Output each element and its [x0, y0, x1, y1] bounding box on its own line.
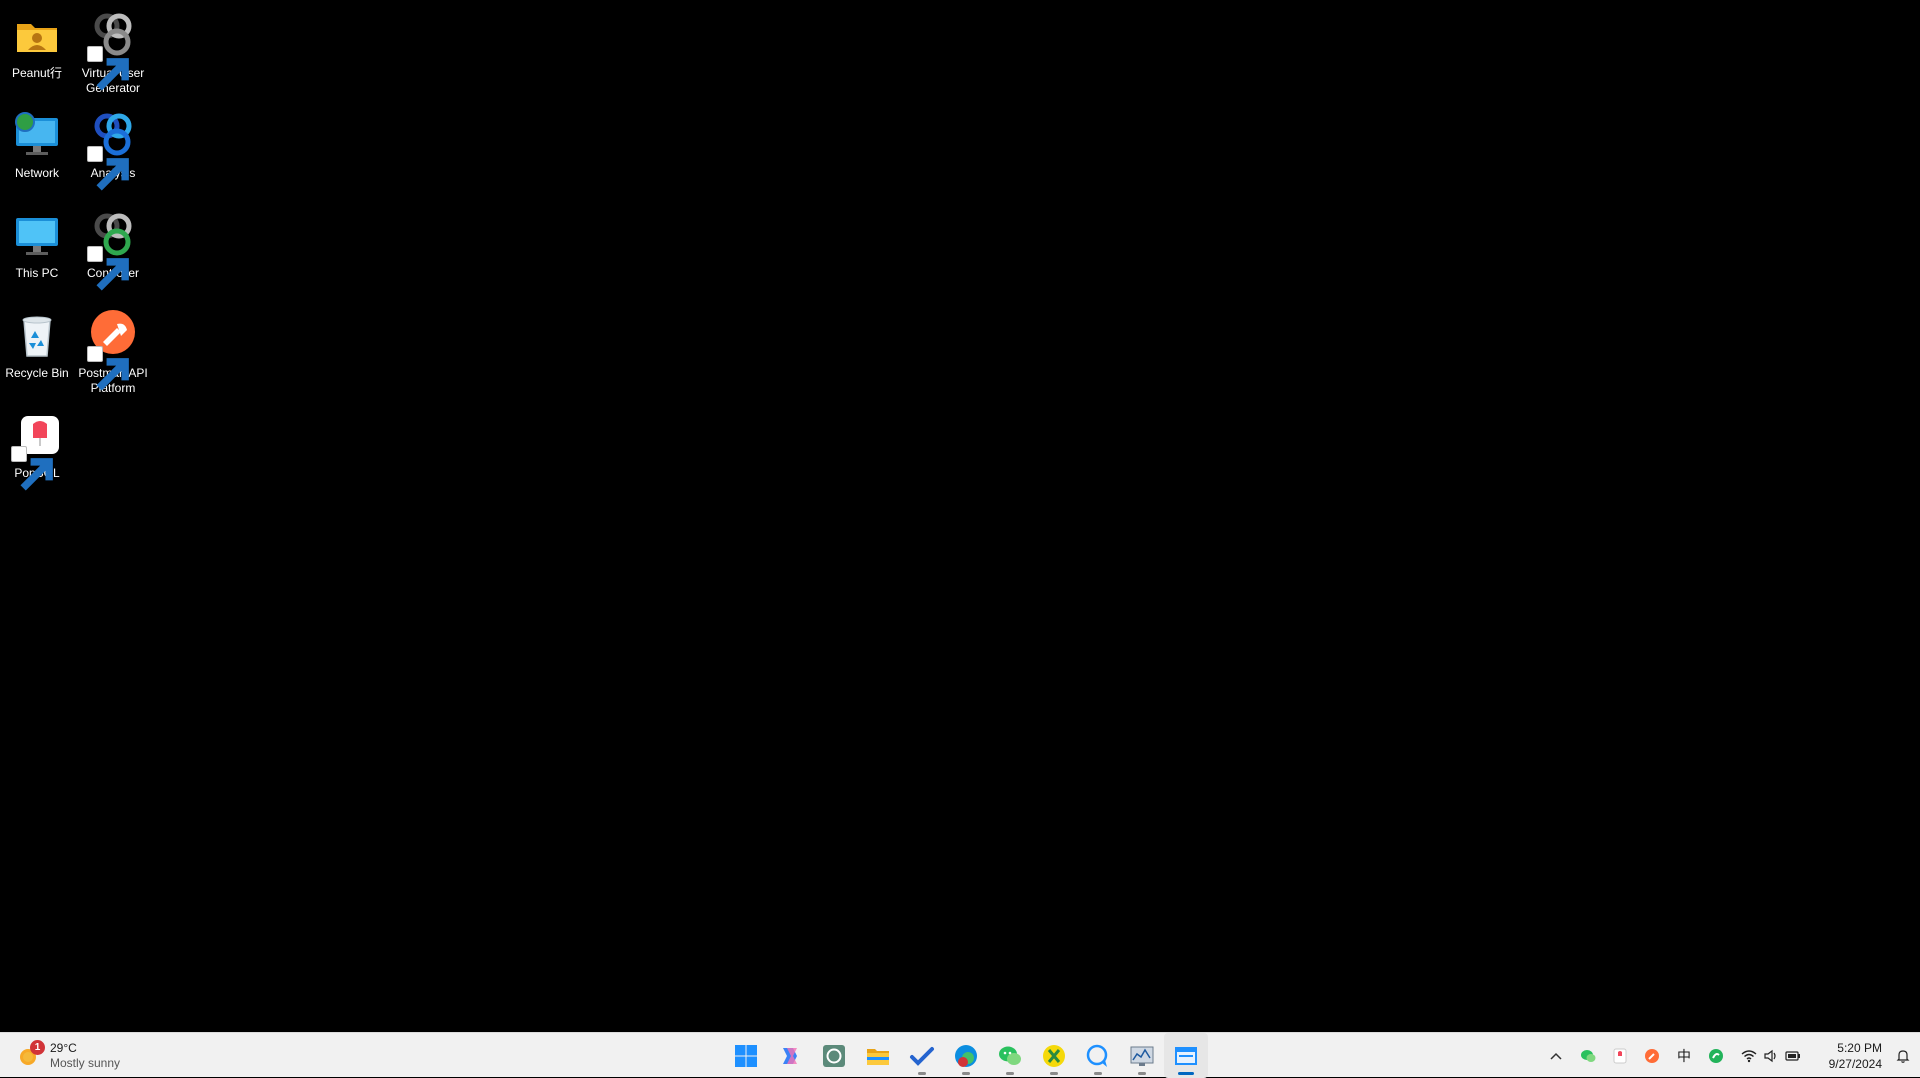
- clock[interactable]: 5:20 PM 9/27/2024: [1810, 1040, 1886, 1072]
- shortcut-arrow-icon: [87, 46, 129, 91]
- network-icon: [11, 110, 63, 162]
- desktop-icon-popsql[interactable]: PopSQL: [0, 404, 79, 491]
- wechat-icon: [999, 1046, 1021, 1065]
- taskbar-app-wechat[interactable]: [988, 1033, 1032, 1078]
- weather-sun-icon: 1: [16, 1040, 45, 1069]
- desktop-icon-label: Peanut行: [11, 66, 63, 80]
- start-button[interactable]: [724, 1033, 768, 1078]
- popsql-icon: [11, 410, 63, 491]
- desktop-icon-label: Recycle Bin: [5, 366, 69, 380]
- taskbar-app-chatgpt[interactable]: [812, 1033, 856, 1078]
- notifications-button[interactable]: [1886, 1033, 1920, 1078]
- desktop-icon-controller[interactable]: Controller: [71, 204, 155, 291]
- running-indicator: [1050, 1072, 1058, 1075]
- tray-wechat[interactable]: [1572, 1033, 1604, 1078]
- wechat-icon: [1581, 1049, 1596, 1062]
- edge-icon: [955, 1044, 977, 1067]
- desktop-icon-network[interactable]: Network: [0, 104, 79, 181]
- yellow-app-icon: [1043, 1044, 1065, 1067]
- shortcut-arrow-icon: [11, 446, 53, 491]
- popsql-icon: [1613, 1048, 1627, 1063]
- clock-time: 5:20 PM: [1837, 1040, 1882, 1055]
- tray-green-app[interactable]: [1700, 1033, 1732, 1078]
- postman-icon: [87, 310, 139, 391]
- taskbar-app-yellow[interactable]: [1032, 1033, 1076, 1078]
- window-app-icon: [1175, 1046, 1197, 1065]
- windows-start-icon: [735, 1044, 757, 1067]
- tray-postman[interactable]: [1636, 1033, 1668, 1078]
- chatgpt-icon: [823, 1044, 845, 1067]
- desktop-icon-this-pc[interactable]: This PC: [0, 204, 79, 281]
- show-hidden-icons-button[interactable]: [1540, 1033, 1572, 1078]
- desktop-icon-recycle-bin[interactable]: Recycle Bin: [0, 304, 79, 381]
- bell-icon: [1896, 1049, 1910, 1063]
- desktop-icon-postman[interactable]: Postman API Platform: [71, 304, 155, 396]
- desktop-icon-user-folder[interactable]: Peanut行: [0, 4, 79, 81]
- taskbar-app-copilot[interactable]: [768, 1033, 812, 1078]
- desktop-icon-label: This PC: [15, 266, 59, 280]
- recycle-bin-icon: [11, 310, 63, 362]
- weather-temperature: 29°C: [50, 1041, 77, 1055]
- tray-popsql[interactable]: [1604, 1033, 1636, 1078]
- weather-widget[interactable]: 1 29°C Mostly sunny: [16, 1039, 120, 1073]
- this-pc-icon: [11, 210, 63, 262]
- taskbar-app-active[interactable]: [1164, 1033, 1208, 1078]
- system-tray: 中 5:20 PM 9/27/2024: [1540, 1033, 1920, 1078]
- weather-description: Mostly sunny: [50, 1056, 121, 1070]
- running-indicator: [962, 1072, 970, 1075]
- running-indicator: [1006, 1072, 1014, 1075]
- taskbar-app-chat[interactable]: [1076, 1033, 1120, 1078]
- postman-icon: [1645, 1048, 1659, 1063]
- desktop[interactable]: Peanut行 Network This PC Recycle Bin PopS…: [0, 0, 1920, 1032]
- desktop-icon-label: Network: [14, 166, 59, 180]
- battery-icon: [1785, 1050, 1800, 1061]
- shortcut-arrow-icon: [87, 146, 129, 191]
- loadrunner-vugen-icon: [87, 10, 139, 91]
- user-folder-icon: [11, 10, 63, 62]
- taskbar-app-perf-monitor[interactable]: [1120, 1033, 1164, 1078]
- shortcut-arrow-icon: [87, 346, 129, 391]
- copilot-icon: [783, 1047, 797, 1064]
- clock-date: 9/27/2024: [1828, 1056, 1882, 1071]
- running-indicator: [918, 1072, 926, 1075]
- checkmark-icon: [910, 1046, 934, 1066]
- monitor-chart-icon: [1130, 1046, 1154, 1066]
- ime-label: 中: [1677, 1047, 1691, 1064]
- taskbar-app-edge[interactable]: [944, 1033, 988, 1078]
- notification-badge: 1: [30, 1040, 45, 1055]
- desktop-icon-vugen[interactable]: Virtual User Generator: [71, 4, 155, 96]
- wifi-icon: [1741, 1049, 1757, 1062]
- chat-bubble-icon: [1086, 1044, 1108, 1067]
- chevron-up-icon: [1550, 1052, 1562, 1060]
- running-indicator: [1094, 1072, 1102, 1075]
- loadrunner-controller-icon: [87, 210, 139, 291]
- input-method-indicator[interactable]: 中: [1668, 1033, 1700, 1078]
- folder-icon: [867, 1048, 889, 1065]
- taskbar-app-file-explorer[interactable]: [856, 1033, 900, 1078]
- shortcut-arrow-icon: [87, 246, 129, 291]
- taskbar-app-todo[interactable]: [900, 1033, 944, 1078]
- running-indicator: [1138, 1072, 1146, 1075]
- green-circle-icon: [1709, 1048, 1723, 1063]
- quick-settings-button[interactable]: [1732, 1033, 1810, 1078]
- taskbar-apps: [724, 1033, 1208, 1078]
- taskbar: 1 29°C Mostly sunny 中 5:20 PM 9/27/2024: [0, 1032, 1920, 1078]
- running-indicator: [1178, 1072, 1194, 1075]
- volume-icon: [1764, 1049, 1776, 1062]
- loadrunner-analysis-icon: [87, 110, 139, 191]
- desktop-icon-analysis[interactable]: Analysis: [71, 104, 155, 191]
